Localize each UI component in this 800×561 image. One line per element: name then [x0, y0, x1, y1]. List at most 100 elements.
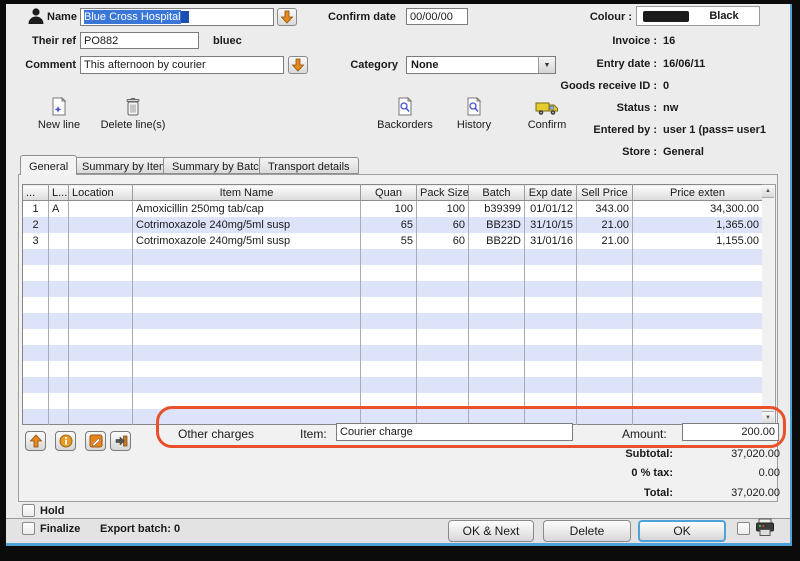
tab-transport-details[interactable]: Transport details: [259, 157, 359, 174]
cell-exp-date: 31/01/16: [525, 233, 577, 249]
table-empty-row: [23, 249, 763, 265]
name-value: Blue Cross Hospital: [84, 10, 181, 24]
confirm-date-input[interactable]: 00/00/00: [406, 8, 468, 25]
status-value: nw: [663, 102, 678, 114]
colour-name: Black: [689, 10, 759, 22]
cell-batch: BB23D: [469, 217, 525, 233]
table-scrollbar[interactable]: ▲ ▼: [762, 184, 776, 425]
tab-summary-by-batch[interactable]: Summary by Batch: [163, 157, 274, 174]
confirm-button[interactable]: Confirm: [512, 100, 582, 131]
delete-button[interactable]: Delete: [543, 520, 631, 542]
cell-pack-size: 60: [417, 217, 469, 233]
comment-input[interactable]: This afternoon by courier: [80, 56, 284, 74]
confirm-date-label: Confirm date: [328, 11, 396, 23]
cell-batch: b39399: [469, 201, 525, 217]
scroll-up-icon[interactable]: ▲: [762, 185, 774, 198]
col-location[interactable]: Location: [69, 185, 133, 201]
entry-date-label: Entry date :: [500, 58, 657, 70]
col-price-exten[interactable]: Price exten: [633, 185, 763, 201]
invoice-value: 16: [663, 35, 675, 47]
col-batch[interactable]: Batch: [469, 185, 525, 201]
their-ref-label: Their ref: [10, 35, 76, 47]
edit-line-button[interactable]: [85, 431, 106, 451]
name-lookup-button[interactable]: [277, 8, 297, 26]
other-charges-item-input[interactable]: Courier charge: [336, 423, 573, 441]
their-ref-input[interactable]: PO882: [80, 32, 199, 49]
other-charges-amount-input[interactable]: 200.00: [682, 423, 779, 441]
cell-l: [49, 233, 69, 249]
cell-pack-size: 100: [417, 201, 469, 217]
colour-swatch: [643, 11, 689, 22]
tab-general[interactable]: General: [20, 155, 77, 175]
table-empty-row: [23, 393, 763, 409]
window-frame-left: [0, 0, 6, 561]
backorders-icon: [397, 97, 413, 116]
backorders-button[interactable]: Backorders: [370, 97, 440, 131]
customer-icon: [27, 7, 45, 25]
table-row[interactable]: 2 Cotrimoxazole 240mg/5ml susp 65 60 BB2…: [23, 217, 763, 233]
history-button[interactable]: History: [442, 97, 506, 131]
ok-and-next-button[interactable]: OK & Next: [448, 520, 534, 542]
cell-exp-date: 01/01/12: [525, 201, 577, 217]
cell-pack-size: 60: [417, 233, 469, 249]
text-cursor: [181, 11, 189, 23]
first-line-button[interactable]: [25, 431, 46, 451]
comment-label: Comment: [10, 59, 76, 71]
other-charges-amount-label: Amount:: [622, 427, 667, 441]
other-charges-item-label: Item:: [300, 427, 327, 441]
finalize-checkbox[interactable]: [22, 522, 35, 535]
col-exp-date[interactable]: Exp date: [525, 185, 577, 201]
import-lines-button[interactable]: [110, 431, 131, 451]
table-header-row: ... L... Location Item Name Quan Pack Si…: [23, 185, 763, 201]
subtotal-value: 37,020.00: [676, 448, 780, 460]
store-value: General: [663, 146, 704, 158]
name-input[interactable]: Blue Cross Hospital: [80, 8, 274, 26]
invoice-lines-table: ... L... Location Item Name Quan Pack Si…: [22, 184, 763, 425]
tax-label: 0 % tax:: [520, 467, 673, 479]
col-pack-size[interactable]: Pack Size: [417, 185, 469, 201]
printer-icon[interactable]: [755, 518, 775, 537]
orange-down-arrow-icon: [291, 58, 305, 72]
new-line-button[interactable]: New line: [28, 97, 90, 131]
export-batch-label: Export batch: 0: [100, 523, 180, 535]
table-row[interactable]: 1 A Amoxicillin 250mg tab/cap 100 100 b3…: [23, 201, 763, 217]
trash-icon: [125, 97, 141, 116]
cell-quan: 65: [361, 217, 417, 233]
cell-price-exten: 1,365.00: [633, 217, 763, 233]
cell-price-exten: 34,300.00: [633, 201, 763, 217]
window-frame-top: [0, 0, 800, 4]
ok-button[interactable]: OK: [638, 520, 726, 542]
tab-summary-by-item[interactable]: Summary by Item: [73, 157, 177, 174]
cell-location: [69, 201, 133, 217]
hold-checkbox[interactable]: [22, 504, 35, 517]
col-select[interactable]: ...: [23, 185, 49, 201]
other-charges-label: Other charges: [178, 427, 254, 441]
customer-code: bluec: [213, 35, 242, 47]
name-label: Name: [47, 11, 77, 23]
colour-picker-button[interactable]: Black: [636, 6, 760, 26]
table-empty-row: [23, 265, 763, 281]
col-quan[interactable]: Quan: [361, 185, 417, 201]
col-item-name[interactable]: Item Name: [133, 185, 361, 201]
print-checkbox[interactable]: [737, 522, 750, 535]
info-button[interactable]: [55, 431, 76, 451]
cell-exp-date: 31/10/15: [525, 217, 577, 233]
goods-receive-value: 0: [663, 80, 669, 92]
finalize-label: Finalize: [40, 523, 80, 535]
delete-lines-caption: Delete line(s): [101, 119, 166, 131]
cell-item-name: Amoxicillin 250mg tab/cap: [133, 201, 361, 217]
col-sell-price[interactable]: Sell Price: [577, 185, 633, 201]
history-caption: History: [457, 119, 491, 131]
col-l[interactable]: L...: [49, 185, 69, 201]
colour-label: Colour :: [560, 11, 632, 23]
table-row[interactable]: 3 Cotrimoxazole 240mg/5ml susp 55 60 BB2…: [23, 233, 763, 249]
comment-edit-button[interactable]: [288, 56, 308, 74]
table-empty-row: [23, 297, 763, 313]
total-value: 37,020.00: [676, 487, 780, 499]
delete-lines-button[interactable]: Delete line(s): [94, 97, 172, 131]
table-empty-row: [23, 345, 763, 361]
invoice-label: Invoice :: [500, 35, 657, 47]
history-icon: [466, 97, 482, 116]
cell-sell-price: 343.00: [577, 201, 633, 217]
cell-l: [49, 217, 69, 233]
